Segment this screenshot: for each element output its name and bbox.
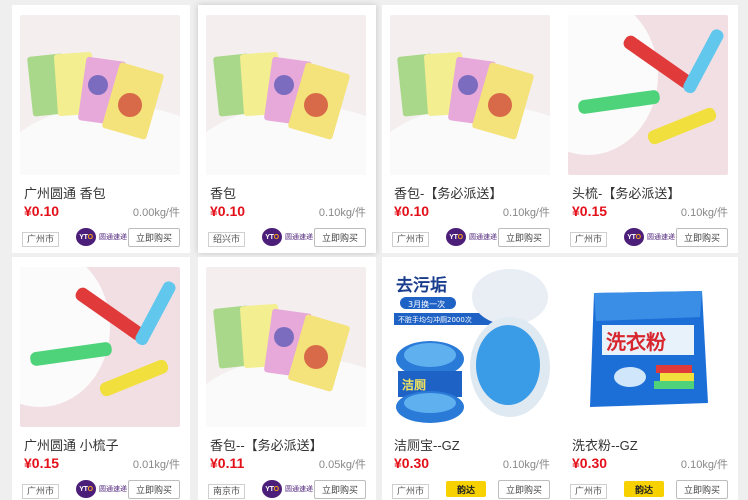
image-tablet-label: 洁厕	[402, 377, 426, 392]
product-title[interactable]: 广州圆通 小梳子	[24, 435, 184, 454]
product-title[interactable]: 香包--【务必派送】	[210, 435, 370, 454]
buy-now-button[interactable]: 立即购买	[313, 228, 366, 247]
product-weight: 0.10kg/件	[680, 207, 728, 219]
yto-logo-icon: YT O	[262, 228, 282, 246]
product-weight: 0.01kg/件	[132, 459, 180, 471]
yunda-logo-icon: 韵达	[624, 481, 664, 497]
courier-logo: YT O 圆通速递	[262, 228, 313, 246]
product-card[interactable]: 香包 ¥0.10 0.10kg/件 绍兴市 YT O 圆通速递 立即购买	[198, 5, 376, 253]
product-image[interactable]	[20, 267, 180, 427]
product-price: ¥0.30	[394, 455, 430, 471]
product-price: ¥0.10	[210, 203, 246, 219]
product-grid: 广州圆通 香包 ¥0.10 0.00kg/件 广州市 YT O 圆通速递 立即购买…	[0, 0, 748, 500]
yunda-logo-icon: 韵达	[446, 481, 486, 497]
product-weight: 0.05kg/件	[318, 459, 366, 471]
buy-now-button[interactable]: 立即购买	[497, 480, 550, 499]
product-card[interactable]: 头梳-【务必派送】 ¥0.15 0.10kg/件 广州市 YT O 圆通速递 立即…	[560, 5, 738, 253]
buy-now-button[interactable]: 立即购买	[313, 480, 366, 499]
product-price: ¥0.15	[24, 455, 60, 471]
courier-logo: YT O 圆通速递	[624, 228, 675, 246]
product-card[interactable]: 广州圆通 香包 ¥0.10 0.00kg/件 广州市 YT O 圆通速递 立即购买	[12, 5, 190, 253]
yto-logo-icon: YT O	[76, 228, 96, 246]
buy-now-button[interactable]: 立即购买	[675, 228, 728, 247]
city-tag: 广州市	[22, 232, 60, 247]
product-title[interactable]: 头梳-【务必派送】	[572, 183, 732, 202]
product-card[interactable]: 去污垢 3月换一次 不脏手均匀冲厕2000次 洁厕 洁厕宝--GZ ¥0.30 …	[382, 257, 560, 500]
city-tag: 南京市	[208, 484, 246, 499]
product-image[interactable]	[206, 267, 366, 427]
yto-logo-icon: YT O	[624, 228, 644, 246]
city-tag: 广州市	[570, 232, 608, 247]
buy-now-button[interactable]: 立即购买	[675, 480, 728, 499]
product-image[interactable]	[206, 15, 366, 175]
product-weight: 0.10kg/件	[502, 207, 550, 219]
buy-now-button[interactable]: 立即购买	[497, 228, 550, 247]
yto-logo-icon: YT O	[446, 228, 466, 246]
yto-logo-icon: YT O	[262, 480, 282, 498]
product-card[interactable]: 广州圆通 小梳子 ¥0.15 0.01kg/件 广州市 YT O 圆通速递 立即购…	[12, 257, 190, 500]
buy-now-button[interactable]: 立即购买	[127, 480, 180, 499]
product-image[interactable]	[568, 15, 728, 175]
product-image[interactable]	[20, 15, 180, 175]
product-title[interactable]: 洗衣粉--GZ	[572, 435, 732, 454]
city-tag: 广州市	[570, 484, 608, 499]
buy-now-button[interactable]: 立即购买	[127, 228, 180, 247]
courier-logo: 韵达	[624, 480, 664, 498]
image-banner: 不脏手均匀冲厕2000次	[398, 315, 472, 324]
courier-logo: YT O 圆通速递	[262, 480, 313, 498]
image-headline: 去污垢	[396, 275, 447, 296]
product-title[interactable]: 香包	[210, 183, 370, 202]
product-image[interactable]	[390, 15, 550, 175]
product-weight: 0.10kg/件	[502, 459, 550, 471]
city-tag: 广州市	[392, 232, 430, 247]
product-price: ¥0.10	[394, 203, 430, 219]
product-card[interactable]: 香包--【务必派送】 ¥0.11 0.05kg/件 南京市 YT O 圆通速递 立…	[198, 257, 376, 500]
product-title[interactable]: 香包-【务必派送】	[394, 183, 554, 202]
product-image[interactable]: 洗衣粉	[568, 267, 728, 427]
city-tag: 绍兴市	[208, 232, 246, 247]
product-title[interactable]: 广州圆通 香包	[24, 183, 184, 202]
courier-logo: YT O 圆通速递	[76, 480, 127, 498]
product-card[interactable]: 香包-【务必派送】 ¥0.10 0.10kg/件 广州市 YT O 圆通速递 立即…	[382, 5, 560, 253]
product-weight: 0.10kg/件	[318, 207, 366, 219]
product-price: ¥0.10	[24, 203, 60, 219]
product-image[interactable]: 去污垢 3月换一次 不脏手均匀冲厕2000次 洁厕	[390, 267, 550, 427]
product-card[interactable]: 洗衣粉 洗衣粉--GZ ¥0.30 0.10kg/件 广州市 韵达 立即购买	[560, 257, 738, 500]
product-weight: 0.10kg/件	[680, 459, 728, 471]
city-tag: 广州市	[22, 484, 60, 499]
image-label: 洗衣粉	[606, 330, 666, 354]
product-price: ¥0.15	[572, 203, 608, 219]
yto-logo-icon: YT O	[76, 480, 96, 498]
courier-logo: YT O 圆通速递	[76, 228, 127, 246]
product-price: ¥0.30	[572, 455, 608, 471]
product-title[interactable]: 洁厕宝--GZ	[394, 435, 554, 454]
courier-logo: 韵达	[446, 480, 486, 498]
courier-logo: YT O 圆通速递	[446, 228, 497, 246]
image-subline: 3月换一次	[408, 299, 445, 309]
product-price: ¥0.11	[210, 455, 245, 471]
city-tag: 广州市	[392, 484, 430, 499]
product-weight: 0.00kg/件	[132, 207, 180, 219]
